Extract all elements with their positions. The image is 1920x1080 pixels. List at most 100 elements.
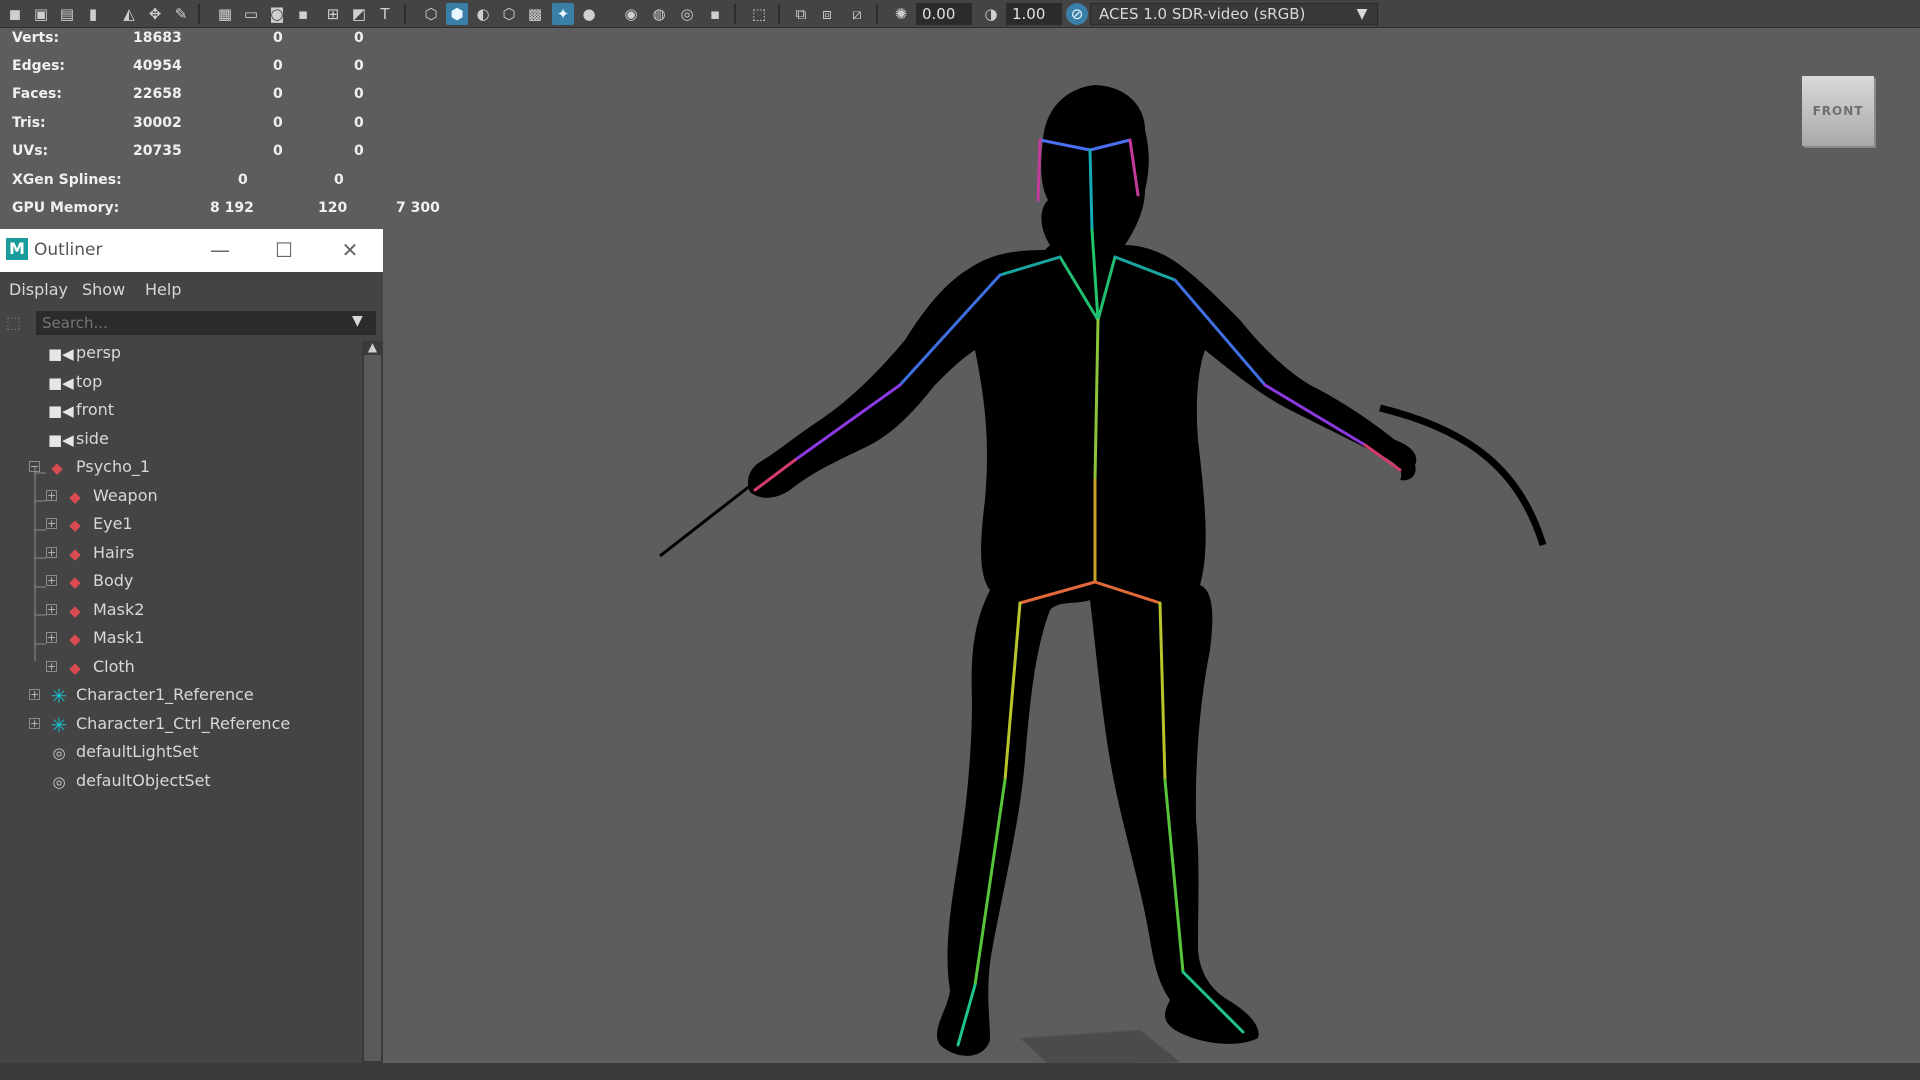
smooth-shade-icon[interactable]: ⬢ xyxy=(446,3,468,25)
expand-icon[interactable]: + xyxy=(46,518,57,529)
field-chart-icon[interactable]: ⊞ xyxy=(322,3,344,25)
outliner-item-eye1[interactable]: + ◆ Eye1 xyxy=(0,512,362,538)
bookmark-icon[interactable]: ▮ xyxy=(82,3,104,25)
hud-value: 0 xyxy=(354,30,364,46)
use-all-lights-icon[interactable]: ✦ xyxy=(552,3,574,25)
hud-label: Edges: xyxy=(12,58,66,74)
outliner-item-character1-reference[interactable]: + ✳ Character1_Reference xyxy=(0,683,362,709)
set-icon: ◎ xyxy=(52,744,66,762)
hud-value: 8 192 xyxy=(210,200,254,216)
outliner-item-persp[interactable]: ■◀ persp xyxy=(0,341,362,367)
gamma-icon[interactable]: ◑ xyxy=(980,3,1002,25)
resolution-gate-icon[interactable]: ◙ xyxy=(266,3,288,25)
chevron-down-icon[interactable]: ▼ xyxy=(352,313,363,329)
minimize-button[interactable]: — xyxy=(202,237,238,263)
outliner-titlebar[interactable]: M Outliner — ☐ ✕ xyxy=(0,229,383,272)
expand-icon[interactable]: + xyxy=(46,490,57,501)
camera-icon: ■◀ xyxy=(48,345,74,363)
hud-value: 0 xyxy=(238,172,248,188)
toolbar-separator xyxy=(778,4,780,24)
hud-value: 0 xyxy=(273,58,283,74)
xray-icon[interactable]: ⧉ xyxy=(790,3,812,25)
exposure-field[interactable]: 0.00 xyxy=(916,3,972,25)
camera-attributes-icon[interactable]: ▣ xyxy=(30,3,52,25)
outliner-item-cloth[interactable]: + ◆ Cloth xyxy=(0,655,362,681)
outliner-item-label: front xyxy=(76,400,115,419)
camera-select-icon[interactable]: ◼ xyxy=(4,3,26,25)
safe-action-icon[interactable]: ◩ xyxy=(348,3,370,25)
maximize-button[interactable]: ☐ xyxy=(266,237,302,263)
outliner-item-mask1[interactable]: + ◆ Mask1 xyxy=(0,626,362,652)
expand-icon[interactable]: + xyxy=(46,575,57,586)
shadows-icon[interactable]: ● xyxy=(578,3,600,25)
outliner-item-label: Body xyxy=(93,571,134,590)
scroll-up-icon[interactable]: ▲ xyxy=(366,341,379,353)
hud-value: 0 xyxy=(273,30,283,46)
search-options-icon[interactable]: ⬚ xyxy=(6,313,24,333)
outliner-item-psycho-1[interactable]: − ◆ Psycho_1 xyxy=(0,455,362,481)
outliner-item-top[interactable]: ■◀ top xyxy=(0,370,362,396)
outliner-tree: ■◀ persp ■◀ top ■◀ front ■◀ side − ◆ Psy… xyxy=(0,341,362,1063)
outliner-item-character1-ctrl-reference[interactable]: + ✳ Character1_Ctrl_Reference xyxy=(0,712,362,738)
expand-icon[interactable]: + xyxy=(46,604,57,615)
xray-joints-icon[interactable]: ⧄ xyxy=(846,3,868,25)
outliner-item-weapon[interactable]: + ◆ Weapon xyxy=(0,484,362,510)
image-plane-icon[interactable]: ◭ xyxy=(118,3,140,25)
chevron-down-icon[interactable]: ▼ xyxy=(1346,3,1378,25)
toolbar-separator xyxy=(198,4,200,24)
grid-icon[interactable]: ▦ xyxy=(214,3,236,25)
outliner-item-front[interactable]: ■◀ front xyxy=(0,398,362,424)
camera-lock-icon[interactable]: ▤ xyxy=(56,3,78,25)
reference-joint-icon: ✳ xyxy=(50,684,68,708)
outliner-scrollbar[interactable]: ▲ xyxy=(362,341,383,1063)
textured-icon[interactable]: ▩ xyxy=(524,3,546,25)
depth-of-field-icon[interactable]: ▪ xyxy=(704,3,726,25)
wireframe-on-shaded-icon[interactable]: ⬡ xyxy=(498,3,520,25)
menu-show[interactable]: Show xyxy=(82,280,125,299)
expand-icon[interactable]: + xyxy=(46,547,57,558)
hud-value: 0 xyxy=(354,143,364,159)
multisample-aa-icon[interactable]: ◎ xyxy=(676,3,698,25)
hud-value: 0 xyxy=(334,172,344,188)
screen-space-ao-icon[interactable]: ◉ xyxy=(620,3,642,25)
outliner-item-default-light-set[interactable]: ◎ defaultLightSet xyxy=(0,740,362,766)
outliner-item-default-object-set[interactable]: ◎ defaultObjectSet xyxy=(0,769,362,795)
menu-help[interactable]: Help xyxy=(145,280,181,299)
search-input[interactable] xyxy=(36,311,376,335)
gate-mask-icon[interactable]: ▪ xyxy=(292,3,314,25)
two-d-pan-icon[interactable]: ✥ xyxy=(144,3,166,25)
close-button[interactable]: ✕ xyxy=(332,237,368,263)
expand-icon[interactable]: + xyxy=(29,689,40,700)
menu-display[interactable]: Display xyxy=(9,280,68,299)
outliner-item-hairs[interactable]: + ◆ Hairs xyxy=(0,541,362,567)
ground-shadow xyxy=(1018,1029,1182,1067)
film-gate-icon[interactable]: ▭ xyxy=(240,3,262,25)
maya-logo-icon: M xyxy=(6,238,28,260)
default-material-icon[interactable]: ◐ xyxy=(472,3,494,25)
outliner-item-label: Eye1 xyxy=(93,514,133,533)
collapse-icon[interactable]: − xyxy=(29,461,40,472)
grease-pencil-icon[interactable]: ✎ xyxy=(170,3,192,25)
xray-active-icon[interactable]: ⧈ xyxy=(816,3,838,25)
gamma-field[interactable]: 1.00 xyxy=(1006,3,1062,25)
motion-blur-icon[interactable]: ◍ xyxy=(648,3,670,25)
outliner-item-mask2[interactable]: + ◆ Mask2 xyxy=(0,598,362,624)
exposure-icon[interactable]: ✺ xyxy=(890,3,912,25)
view-cube[interactable]: FRONT xyxy=(1802,76,1874,146)
hud-value: 20735 xyxy=(133,143,182,159)
expand-icon[interactable]: + xyxy=(46,661,57,672)
hud-label: Faces: xyxy=(12,86,62,102)
outliner-item-body[interactable]: + ◆ Body xyxy=(0,569,362,595)
color-space-dropdown[interactable]: ACES 1.0 SDR-video (sRGB) xyxy=(1090,3,1378,25)
wireframe-icon[interactable]: ⬡ xyxy=(420,3,442,25)
outliner-item-side[interactable]: ■◀ side xyxy=(0,427,362,453)
search-row: ⬚ ▼ xyxy=(0,309,383,337)
hud-value: 120 xyxy=(318,200,348,216)
hud-value: 18683 xyxy=(133,30,182,46)
expand-icon[interactable]: + xyxy=(29,718,40,729)
isolate-select-icon[interactable]: ⬚ xyxy=(748,3,770,25)
expand-icon[interactable]: + xyxy=(46,632,57,643)
color-management-icon[interactable]: ⊘ xyxy=(1066,3,1088,25)
scroll-thumb[interactable] xyxy=(364,355,381,1061)
safe-title-icon[interactable]: T xyxy=(374,3,396,25)
